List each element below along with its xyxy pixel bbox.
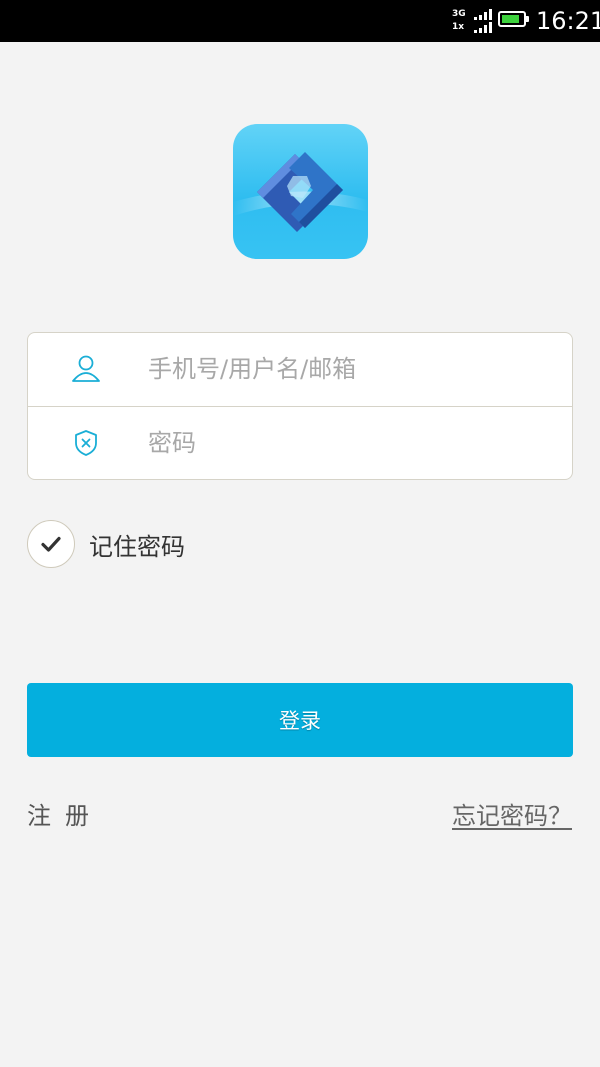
battery-icon — [498, 11, 529, 27]
remember-label: 记住密码 — [89, 532, 185, 561]
network-type-top: 3G — [452, 9, 466, 19]
check-icon — [41, 536, 61, 552]
network-type: 3G 1x — [452, 8, 466, 34]
password-row — [28, 407, 572, 479]
login-button[interactable]: 登录 — [27, 683, 573, 757]
status-bar: 3G 1x 16:21 — [0, 0, 600, 42]
shield-icon — [75, 430, 97, 456]
network-type-bottom: 1x — [452, 22, 465, 32]
username-input[interactable] — [148, 347, 548, 391]
password-input[interactable] — [148, 421, 548, 465]
app-logo-icon — [233, 124, 368, 259]
forgot-password-link[interactable]: 忘记密码？ — [452, 796, 572, 831]
register-link[interactable]: 注册 — [27, 796, 103, 831]
signal-1x-icon — [474, 22, 492, 33]
remember-password[interactable]: 记住密码 — [27, 518, 185, 570]
user-icon — [72, 355, 100, 382]
signal-3g-icon — [474, 9, 492, 20]
login-form — [27, 332, 573, 480]
username-row — [28, 333, 572, 407]
battery-fill — [502, 15, 519, 23]
status-time: 16:21 — [536, 7, 600, 35]
remember-checkbox[interactable] — [27, 520, 75, 568]
